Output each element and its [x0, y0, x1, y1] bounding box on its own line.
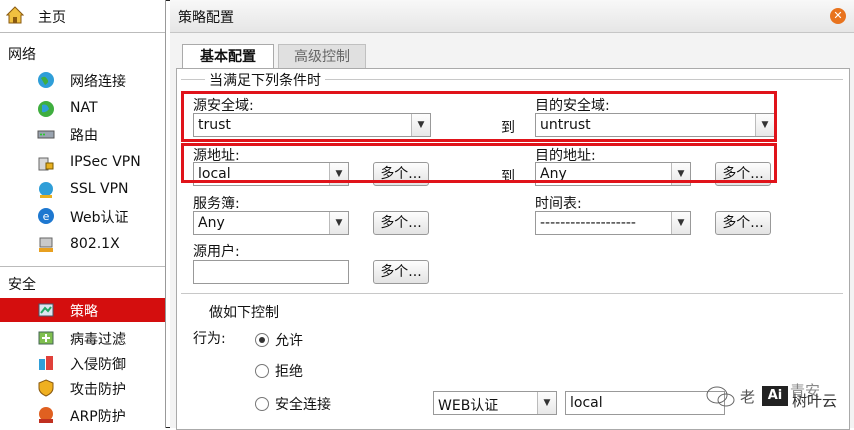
- highlight-address-row: [181, 143, 777, 183]
- sidebar-item-web-auth[interactable]: e Web认证: [0, 204, 165, 228]
- ssl-globe-icon: [39, 182, 53, 198]
- secure-conn-type-select[interactable]: WEB认证 ▼: [433, 391, 557, 415]
- schedule-select[interactable]: ------------------- ▼: [535, 211, 691, 235]
- home-label: 主页: [38, 10, 66, 26]
- section-network-title: 网络: [8, 47, 36, 63]
- sidebar-item-network-connection[interactable]: 网络连接: [0, 68, 165, 92]
- arp-icon: [39, 407, 53, 423]
- svg-text:e: e: [43, 210, 50, 223]
- src-user-multi-button[interactable]: 多个...: [373, 260, 429, 284]
- virus-filter-icon: [38, 331, 54, 345]
- web-auth-icon: e: [38, 208, 54, 224]
- group-conditions-title: 当满足下列条件时: [205, 70, 325, 90]
- globe-icon: [38, 72, 54, 88]
- secure-conn-target-select[interactable]: local: [565, 391, 725, 415]
- chevron-down-icon[interactable]: ▼: [329, 212, 348, 234]
- group-actions-title: 做如下控制: [205, 302, 283, 322]
- schedule-label: 时间表:: [535, 196, 582, 212]
- sidebar-item-attack-protection[interactable]: 攻击防护: [0, 376, 165, 400]
- radio-allow[interactable]: [255, 333, 269, 347]
- network-port-icon: [39, 237, 53, 252]
- tab-advanced-control[interactable]: 高级控制: [278, 44, 366, 69]
- sidebar-item-8021x[interactable]: 802.1X: [0, 233, 165, 257]
- radio-allow-label: 允许: [275, 333, 303, 349]
- schedule-multi-button[interactable]: 多个...: [715, 211, 771, 235]
- close-icon[interactable]: ✕: [830, 8, 846, 24]
- radio-deny[interactable]: [255, 364, 269, 378]
- radio-secure-connection-label: 安全连接: [275, 397, 331, 413]
- sidebar-home[interactable]: 主页: [0, 0, 165, 33]
- service-label: 服务簿:: [193, 196, 240, 212]
- sidebar-item-route[interactable]: 路由: [0, 122, 165, 146]
- src-user-input[interactable]: [193, 260, 349, 284]
- src-user-label: 源用户:: [193, 244, 240, 260]
- radio-deny-label: 拒绝: [275, 364, 303, 380]
- radio-secure-connection[interactable]: [255, 397, 269, 411]
- sidebar: 主页 网络 网络连接 NAT 路由 IPSec VPN SSL VPN e We…: [0, 0, 166, 428]
- service-multi-button[interactable]: 多个...: [373, 211, 429, 235]
- router-icon: [37, 130, 55, 139]
- sidebar-item-intrusion-prevention[interactable]: 入侵防御: [0, 351, 165, 375]
- service-select[interactable]: Any ▼: [193, 211, 349, 235]
- dialog-title: 策略配置: [178, 10, 234, 26]
- home-icon: [6, 6, 24, 24]
- policy-config-dialog: 策略配置 ✕ 基本配置 高级控制 当满足下列条件时 源安全域: trust ▼ …: [170, 0, 854, 430]
- policy-icon: [38, 303, 54, 317]
- highlight-zone-row: [181, 91, 777, 142]
- nat-globe-icon: [38, 101, 54, 117]
- sidebar-item-ssl-vpn[interactable]: SSL VPN: [0, 178, 165, 202]
- sidebar-item-virus-filter[interactable]: 病毒过滤: [0, 326, 165, 350]
- sidebar-item-arp-protection[interactable]: ARP防护: [0, 403, 165, 427]
- shield-icon: [38, 379, 54, 397]
- watermark-ai: Ai: [762, 386, 788, 406]
- section-security-title: 安全: [8, 277, 36, 293]
- chevron-down-icon[interactable]: ▼: [671, 212, 690, 234]
- dialog-titlebar: 策略配置 ✕: [170, 0, 854, 33]
- action-label: 行为:: [193, 331, 226, 347]
- chevron-down-icon[interactable]: ▼: [537, 392, 556, 414]
- ipsec-lock-icon: [38, 157, 54, 171]
- sidebar-item-nat[interactable]: NAT: [0, 97, 165, 121]
- tab-basic-config[interactable]: 基本配置: [182, 44, 274, 69]
- sidebar-item-policy[interactable]: 策略: [0, 298, 165, 322]
- watermark-text-3: 树叶云: [792, 392, 838, 410]
- wechat-icon: [706, 386, 735, 407]
- intrusion-prevention-icon: [39, 356, 53, 370]
- sidebar-item-ipsec-vpn[interactable]: IPSec VPN: [0, 151, 165, 175]
- watermark: 老 Ai 青安 树叶云: [704, 376, 854, 416]
- watermark-text-1: 老: [740, 388, 756, 406]
